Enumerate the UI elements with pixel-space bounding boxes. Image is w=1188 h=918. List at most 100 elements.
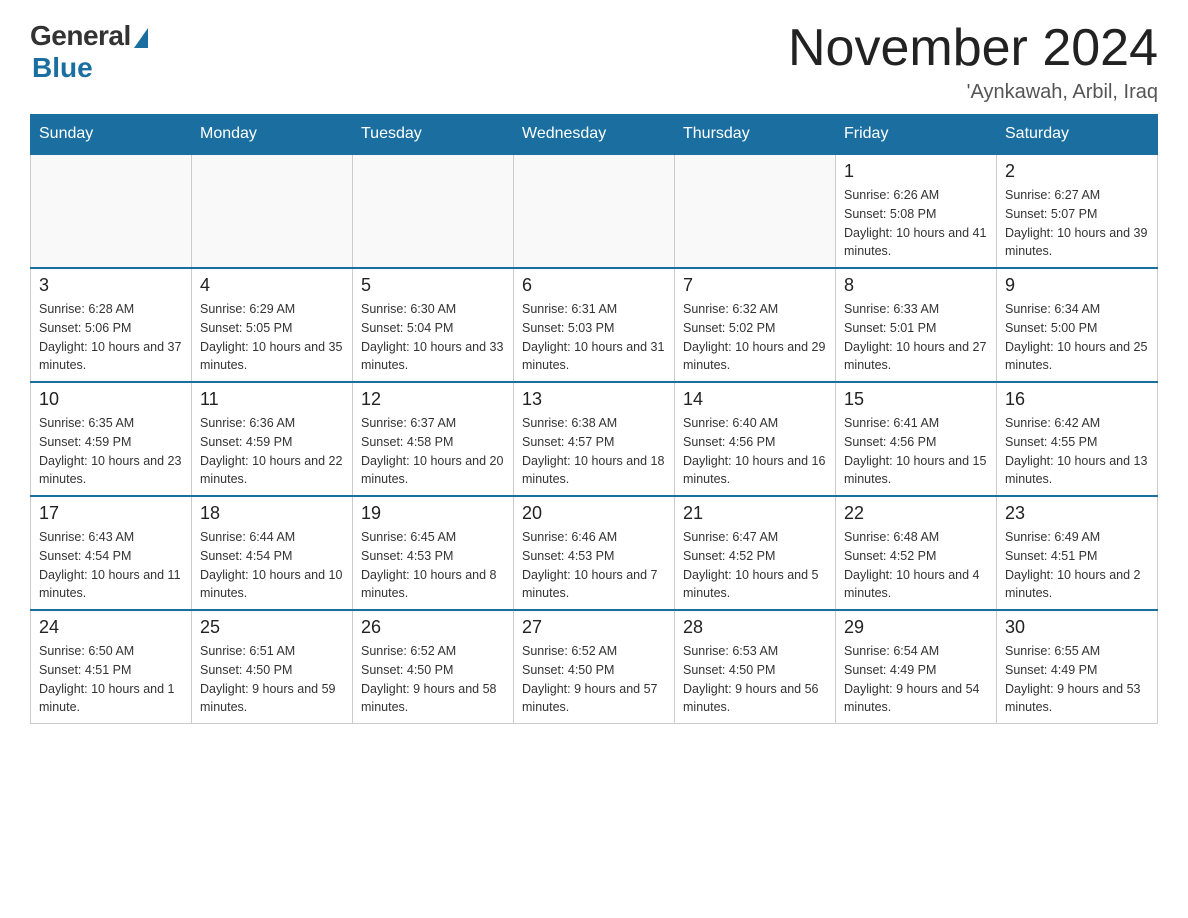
day-info: Sunrise: 6:45 AMSunset: 4:53 PMDaylight:…	[361, 528, 505, 603]
day-number: 2	[1005, 161, 1149, 182]
day-info: Sunrise: 6:36 AMSunset: 4:59 PMDaylight:…	[200, 414, 344, 489]
calendar-cell: 22 Sunrise: 6:48 AMSunset: 4:52 PMDayligh…	[836, 496, 997, 610]
calendar-cell: 30Sunrise: 6:55 AMSunset: 4:49 PMDayligh…	[997, 610, 1158, 724]
calendar-cell: 1Sunrise: 6:26 AMSunset: 5:08 PMDaylight…	[836, 154, 997, 268]
day-number: 14	[683, 389, 827, 410]
title-section: November 2024 'Aynkawah, Arbil, Iraq	[788, 20, 1158, 104]
page-header: General Blue November 2024 'Aynkawah, Ar…	[30, 20, 1158, 104]
day-info: Sunrise: 6:35 AMSunset: 4:59 PMDaylight:…	[39, 414, 183, 489]
day-number: 18	[200, 503, 344, 524]
day-number: 11	[200, 389, 344, 410]
day-number: 13	[522, 389, 666, 410]
calendar-cell: 15 Sunrise: 6:41 AMSunset: 4:56 PMDayligh…	[836, 382, 997, 496]
calendar-cell	[353, 154, 514, 268]
calendar-cell: 11 Sunrise: 6:36 AMSunset: 4:59 PMDayligh…	[192, 382, 353, 496]
day-info: Sunrise: 6:29 AMSunset: 5:05 PMDaylight:…	[200, 300, 344, 375]
calendar-cell: 24 Sunrise: 6:50 AMSunset: 4:51 PMDayligh…	[31, 610, 192, 724]
calendar-cell: 3Sunrise: 6:28 AMSunset: 5:06 PMDaylight…	[31, 268, 192, 382]
calendar-header-sunday: Sunday	[31, 115, 192, 155]
calendar-table: SundayMondayTuesdayWednesdayThursdayFrid…	[30, 114, 1158, 724]
day-number: 19	[361, 503, 505, 524]
day-info: Sunrise: 6:48 AMSunset: 4:52 PMDaylight:…	[844, 528, 988, 603]
calendar-cell: 25 Sunrise: 6:51 AMSunset: 4:50 PMDayligh…	[192, 610, 353, 724]
logo-blue-text: Blue	[32, 52, 93, 84]
month-title: November 2024	[788, 20, 1158, 77]
day-info: Sunrise: 6:42 AMSunset: 4:55 PMDaylight:…	[1005, 414, 1149, 489]
calendar-week-row: 24 Sunrise: 6:50 AMSunset: 4:51 PMDayligh…	[31, 610, 1158, 724]
logo-general-text: General	[30, 20, 131, 52]
calendar-cell: 14 Sunrise: 6:40 AMSunset: 4:56 PMDayligh…	[675, 382, 836, 496]
logo-triangle-icon	[134, 28, 148, 48]
day-number: 12	[361, 389, 505, 410]
calendar-cell: 21Sunrise: 6:47 AMSunset: 4:52 PMDayligh…	[675, 496, 836, 610]
day-info: Sunrise: 6:40 AMSunset: 4:56 PMDaylight:…	[683, 414, 827, 489]
calendar-header-row: SundayMondayTuesdayWednesdayThursdayFrid…	[31, 115, 1158, 155]
day-number: 6	[522, 275, 666, 296]
day-info: Sunrise: 6:34 AMSunset: 5:00 PMDaylight:…	[1005, 300, 1149, 375]
calendar-cell: 12Sunrise: 6:37 AMSunset: 4:58 PMDayligh…	[353, 382, 514, 496]
location-subtitle: 'Aynkawah, Arbil, Iraq	[788, 81, 1158, 104]
calendar-cell: 29 Sunrise: 6:54 AMSunset: 4:49 PMDayligh…	[836, 610, 997, 724]
day-info: Sunrise: 6:53 AMSunset: 4:50 PMDaylight:…	[683, 642, 827, 717]
calendar-cell	[192, 154, 353, 268]
calendar-header-wednesday: Wednesday	[514, 115, 675, 155]
day-number: 4	[200, 275, 344, 296]
day-info: Sunrise: 6:47 AMSunset: 4:52 PMDaylight:…	[683, 528, 827, 603]
calendar-cell: 17 Sunrise: 6:43 AMSunset: 4:54 PMDayligh…	[31, 496, 192, 610]
calendar-cell	[514, 154, 675, 268]
day-number: 25	[200, 617, 344, 638]
calendar-cell: 27 Sunrise: 6:52 AMSunset: 4:50 PMDayligh…	[514, 610, 675, 724]
calendar-header-saturday: Saturday	[997, 115, 1158, 155]
day-info: Sunrise: 6:52 AMSunset: 4:50 PMDaylight:…	[522, 642, 666, 717]
day-info: Sunrise: 6:51 AMSunset: 4:50 PMDaylight:…	[200, 642, 344, 717]
day-info: Sunrise: 6:27 AMSunset: 5:07 PMDaylight:…	[1005, 186, 1149, 261]
day-number: 26	[361, 617, 505, 638]
day-number: 22	[844, 503, 988, 524]
calendar-week-row: 10 Sunrise: 6:35 AMSunset: 4:59 PMDayligh…	[31, 382, 1158, 496]
logo: General Blue	[30, 20, 148, 84]
calendar-header-friday: Friday	[836, 115, 997, 155]
calendar-cell: 28 Sunrise: 6:53 AMSunset: 4:50 PMDayligh…	[675, 610, 836, 724]
day-number: 10	[39, 389, 183, 410]
calendar-cell: 6 Sunrise: 6:31 AMSunset: 5:03 PMDaylight…	[514, 268, 675, 382]
day-info: Sunrise: 6:54 AMSunset: 4:49 PMDaylight:…	[844, 642, 988, 717]
day-number: 30	[1005, 617, 1149, 638]
day-info: Sunrise: 6:49 AMSunset: 4:51 PMDaylight:…	[1005, 528, 1149, 603]
day-info: Sunrise: 6:28 AMSunset: 5:06 PMDaylight:…	[39, 300, 183, 375]
calendar-cell: 20Sunrise: 6:46 AMSunset: 4:53 PMDayligh…	[514, 496, 675, 610]
calendar-cell: 4 Sunrise: 6:29 AMSunset: 5:05 PMDaylight…	[192, 268, 353, 382]
day-number: 9	[1005, 275, 1149, 296]
day-info: Sunrise: 6:32 AMSunset: 5:02 PMDaylight:…	[683, 300, 827, 375]
calendar-cell: 5Sunrise: 6:30 AMSunset: 5:04 PMDaylight…	[353, 268, 514, 382]
day-number: 27	[522, 617, 666, 638]
day-number: 20	[522, 503, 666, 524]
day-info: Sunrise: 6:38 AMSunset: 4:57 PMDaylight:…	[522, 414, 666, 489]
day-info: Sunrise: 6:41 AMSunset: 4:56 PMDaylight:…	[844, 414, 988, 489]
calendar-cell: 2 Sunrise: 6:27 AMSunset: 5:07 PMDaylight…	[997, 154, 1158, 268]
calendar-cell: 7 Sunrise: 6:32 AMSunset: 5:02 PMDaylight…	[675, 268, 836, 382]
day-number: 24	[39, 617, 183, 638]
calendar-week-row: 1Sunrise: 6:26 AMSunset: 5:08 PMDaylight…	[31, 154, 1158, 268]
calendar-cell: 9 Sunrise: 6:34 AMSunset: 5:00 PMDaylight…	[997, 268, 1158, 382]
day-number: 17	[39, 503, 183, 524]
day-number: 15	[844, 389, 988, 410]
calendar-cell: 8 Sunrise: 6:33 AMSunset: 5:01 PMDaylight…	[836, 268, 997, 382]
day-info: Sunrise: 6:33 AMSunset: 5:01 PMDaylight:…	[844, 300, 988, 375]
day-number: 7	[683, 275, 827, 296]
day-number: 8	[844, 275, 988, 296]
calendar-header-tuesday: Tuesday	[353, 115, 514, 155]
calendar-cell: 18Sunrise: 6:44 AMSunset: 4:54 PMDayligh…	[192, 496, 353, 610]
calendar-cell: 23 Sunrise: 6:49 AMSunset: 4:51 PMDayligh…	[997, 496, 1158, 610]
calendar-cell: 16Sunrise: 6:42 AMSunset: 4:55 PMDayligh…	[997, 382, 1158, 496]
calendar-week-row: 3Sunrise: 6:28 AMSunset: 5:06 PMDaylight…	[31, 268, 1158, 382]
calendar-cell: 19 Sunrise: 6:45 AMSunset: 4:53 PMDayligh…	[353, 496, 514, 610]
day-number: 1	[844, 161, 988, 182]
calendar-cell: 10 Sunrise: 6:35 AMSunset: 4:59 PMDayligh…	[31, 382, 192, 496]
day-number: 29	[844, 617, 988, 638]
day-number: 23	[1005, 503, 1149, 524]
day-info: Sunrise: 6:31 AMSunset: 5:03 PMDaylight:…	[522, 300, 666, 375]
calendar-cell: 26Sunrise: 6:52 AMSunset: 4:50 PMDayligh…	[353, 610, 514, 724]
day-info: Sunrise: 6:50 AMSunset: 4:51 PMDaylight:…	[39, 642, 183, 717]
day-number: 28	[683, 617, 827, 638]
day-info: Sunrise: 6:43 AMSunset: 4:54 PMDaylight:…	[39, 528, 183, 603]
